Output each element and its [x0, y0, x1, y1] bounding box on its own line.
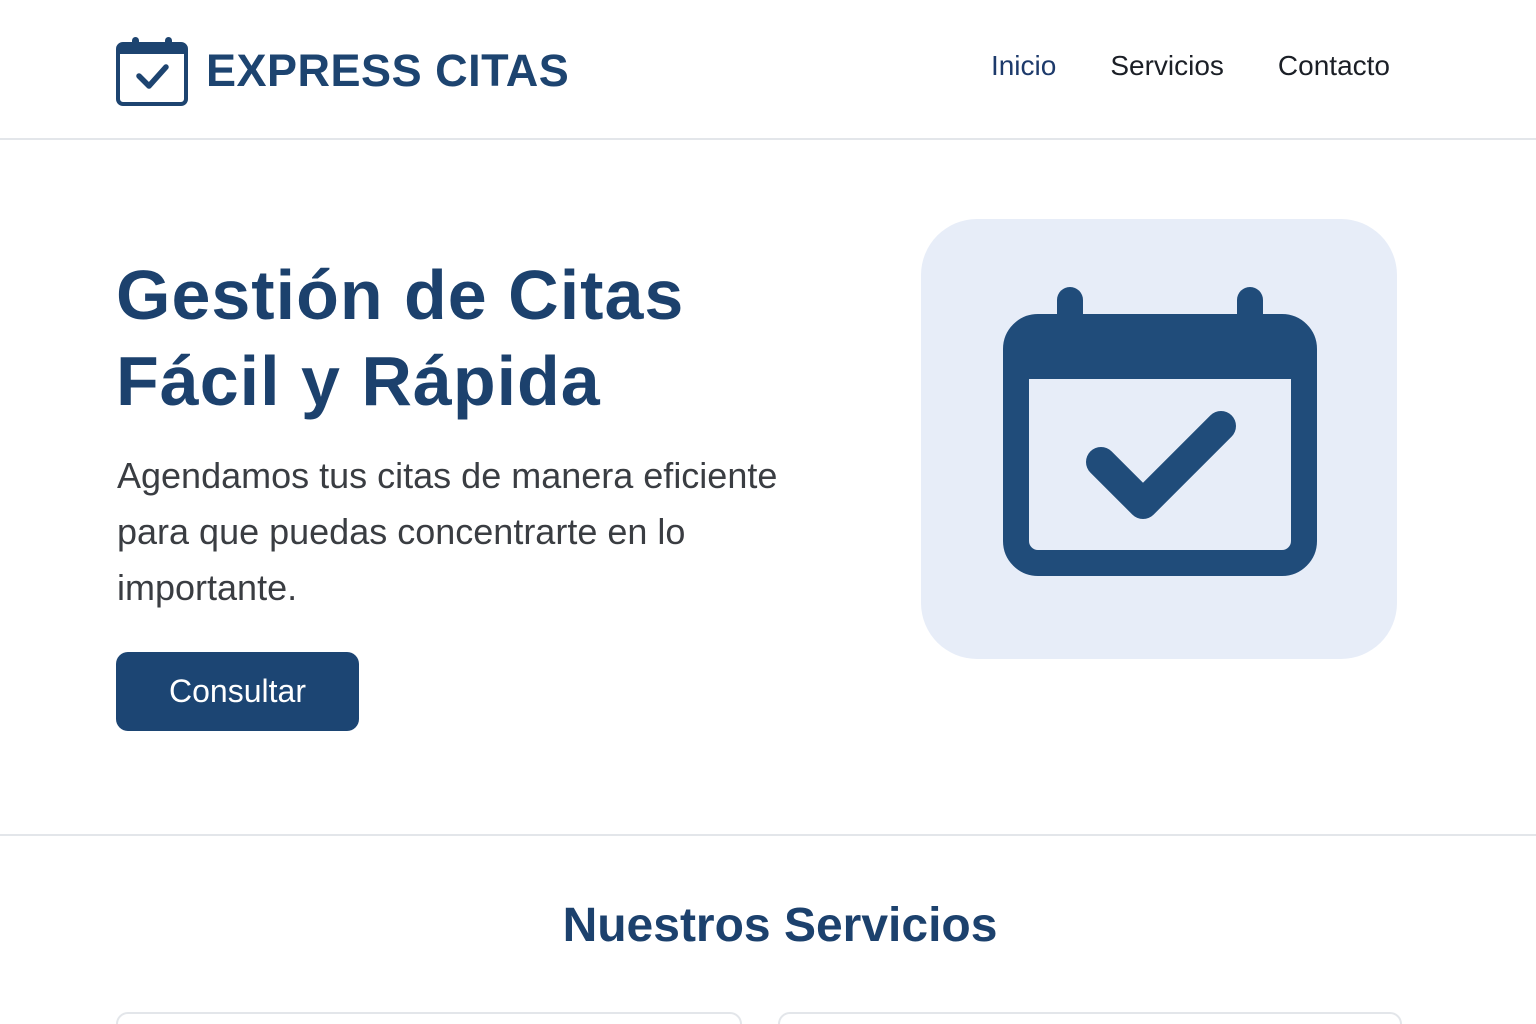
hero-title: Gestión de Citas Fácil y Rápida: [116, 252, 684, 424]
hero-description: Agendamos tus citas de manera eficiente …: [117, 455, 778, 608]
nav-item-inicio[interactable]: Inicio: [991, 50, 1056, 82]
calendar-check-icon: [116, 37, 188, 106]
services-title: Nuestros Servicios: [562, 899, 998, 952]
hero-illustration: [921, 219, 1397, 659]
service-card[interactable]: [778, 1012, 1402, 1024]
hero-title-line-1: Gestión de Citas: [116, 256, 685, 334]
consultar-button[interactable]: Consultar: [116, 652, 359, 731]
site-header: EXPRESS CITAS Inicio Servicios Contacto: [0, 0, 1536, 140]
section-divider: [0, 834, 1536, 836]
hero-title-line-2: Fácil y Rápida: [116, 342, 601, 420]
calendar-check-icon: [1003, 287, 1317, 576]
service-card[interactable]: [116, 1012, 742, 1024]
brand-name: EXPRESS CITAS: [206, 45, 570, 96]
nav-item-contacto[interactable]: Contacto: [1278, 50, 1390, 82]
brand-logo[interactable]: EXPRESS CITAS: [116, 36, 569, 106]
main-nav: Inicio Servicios Contacto: [937, 50, 1390, 82]
page: EXPRESS CITAS Inicio Servicios Contacto …: [0, 0, 1536, 1024]
nav-item-servicios[interactable]: Servicios: [1110, 50, 1224, 82]
